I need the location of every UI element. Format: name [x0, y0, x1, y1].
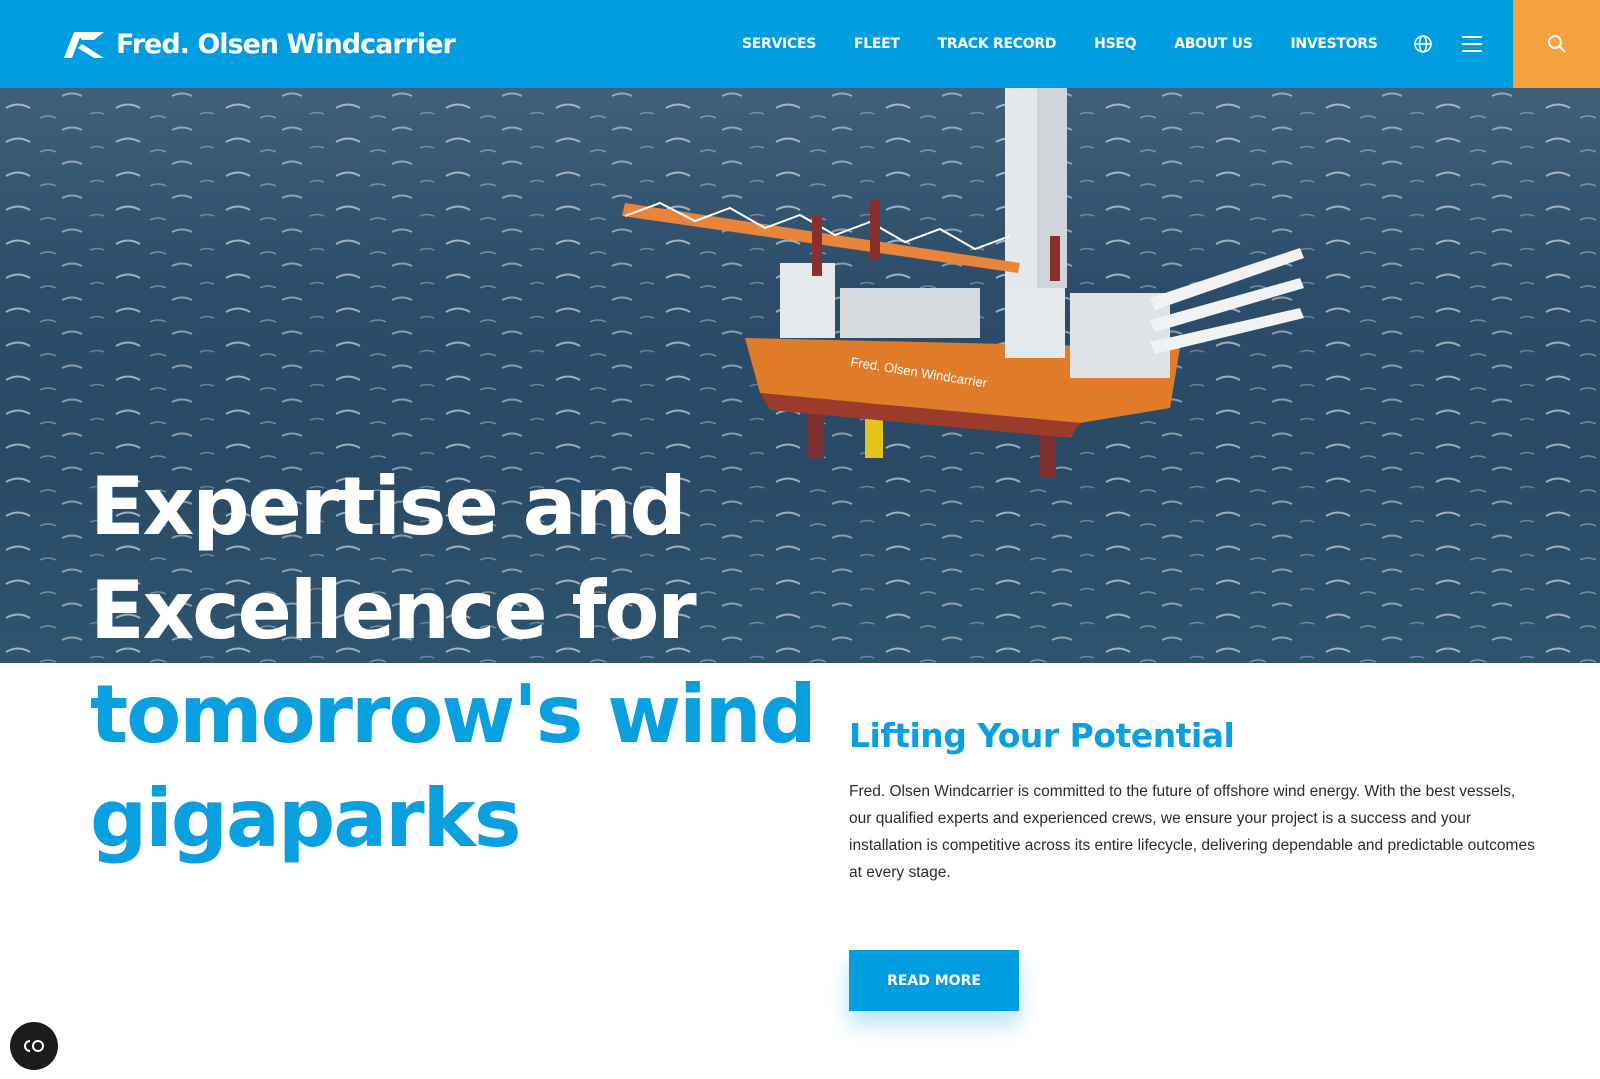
site-header: Fred. Olsen Windcarrier SERVICES FLEET T…	[0, 0, 1600, 88]
accessibility-icon	[24, 1040, 44, 1052]
section-subheading: Lifting Your Potential	[849, 716, 1235, 755]
intro-paragraph: Fred. Olsen Windcarrier is committed to …	[849, 783, 1535, 881]
read-more-button[interactable]: READ MORE	[849, 950, 1019, 1011]
headline-line-3: tomorrow's wind	[90, 668, 817, 761]
nav-track-record[interactable]: TRACK RECORD	[938, 36, 1057, 52]
headline-line-1: Expertise and	[90, 460, 687, 553]
brand-logo[interactable]: Fred. Olsen Windcarrier	[64, 24, 456, 64]
logo-icon	[64, 32, 104, 58]
nav-fleet[interactable]: FLEET	[854, 36, 900, 52]
hamburger-menu-icon[interactable]	[1462, 36, 1482, 52]
brand-name: Fred. Olsen Windcarrier	[116, 28, 456, 60]
main-nav: SERVICES FLEET TRACK RECORD HSEQ ABOUT U…	[742, 0, 1416, 88]
nav-investors[interactable]: INVESTORS	[1291, 36, 1378, 52]
nav-about-us[interactable]: ABOUT US	[1174, 36, 1253, 52]
headline-line-4: gigaparks	[90, 772, 521, 865]
hero-headline: Expertise and Excellence for tomorrow's …	[90, 455, 817, 871]
accessibility-button[interactable]	[10, 1022, 58, 1070]
globe-icon[interactable]	[1413, 34, 1433, 54]
headline-line-2: Excellence for	[90, 564, 697, 657]
nav-services[interactable]: SERVICES	[742, 36, 816, 52]
nav-hseq[interactable]: HSEQ	[1094, 36, 1136, 52]
search-button[interactable]	[1513, 0, 1600, 88]
search-icon	[1547, 35, 1566, 53]
